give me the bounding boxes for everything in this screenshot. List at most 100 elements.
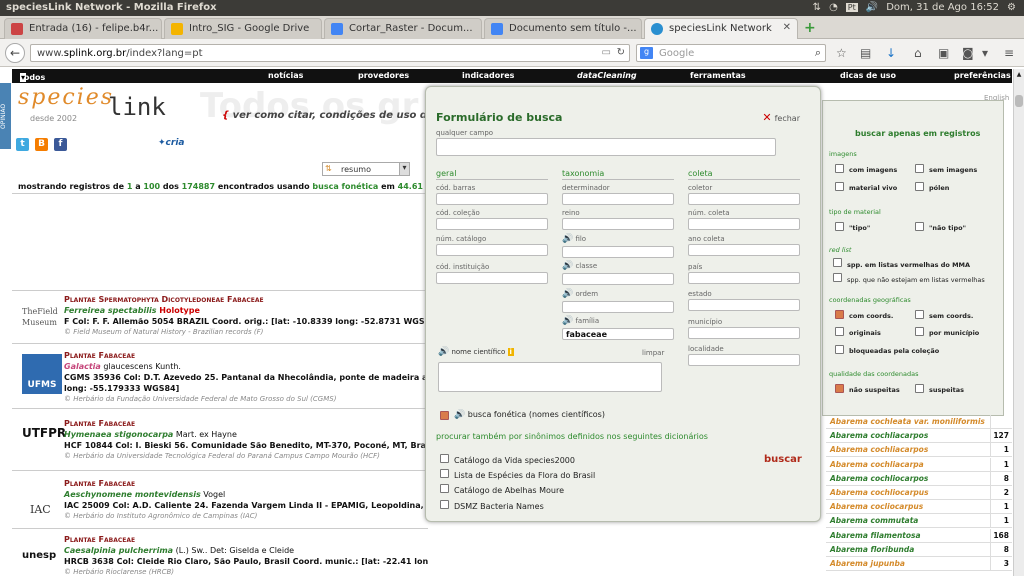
municipio-input[interactable] [688,327,800,339]
cite-link[interactable]: { ver como citar, condições de uso dos [222,110,440,121]
qualquer-campo-input[interactable] [436,138,776,156]
tab-email[interactable]: Entrada (16) - felipe.b4r... [4,18,162,39]
network-icon[interactable]: ⇅ [813,2,821,13]
reload-icon[interactable]: ↻ [617,47,625,58]
tab-doc-cortar[interactable]: Cortar_Raster - Docum... [324,18,482,39]
home-icon[interactable]: ⌂ [914,46,922,60]
limpar-link[interactable]: limpar [642,349,664,357]
nav-indicadores[interactable]: indicadores [462,71,514,80]
page-scrollbar[interactable]: ▲ [1013,69,1024,576]
species-list-name[interactable]: Abarema jupunba [830,559,905,568]
cria-logo[interactable]: ✦cria [158,138,184,148]
taxonomy-line[interactable]: Plantae Fabaceae [64,478,428,489]
keyboard-layout-indicator[interactable]: Pt [845,3,858,12]
nav-ferramentas[interactable]: ferramentas [690,71,746,80]
num-catalogo-input[interactable] [436,244,548,256]
logo-species[interactable]: species [18,85,114,110]
speaker-icon[interactable]: 🔊 [438,347,449,357]
checkbox-sem-coords[interactable] [915,310,924,319]
species-list-item[interactable]: Abarema cocliocarpus 1 [826,500,1012,515]
species-list-name[interactable]: Abarema cochliocarpus [830,488,929,497]
nav-noticias[interactable]: notícias [268,71,303,80]
checkbox-material-vivo[interactable] [835,182,844,191]
view-select[interactable]: ⇅ resumo ▾ [322,162,410,176]
reino-input[interactable] [562,218,674,230]
list-item[interactable]: unesp Plantae Fabaceae Caesalpinia pulch… [12,534,428,576]
checkbox-originais[interactable] [835,327,844,336]
scroll-up-icon[interactable]: ▲ [1015,71,1023,81]
settings-gear-icon[interactable]: ⚙ [1007,2,1016,13]
scrollbar-thumb[interactable] [1015,95,1023,107]
wifi-icon[interactable]: ◔ [829,2,838,13]
speaker-icon[interactable]: 🔊 [562,261,573,271]
logo-link[interactable]: link [108,93,166,121]
info-icon[interactable]: i [507,348,514,356]
cod-colecao-input[interactable] [436,218,548,230]
pais-input[interactable] [688,272,800,284]
species-list-name[interactable]: Abarema commutata [830,516,918,525]
list-item[interactable]: UFMS Plantae Fabaceae Galactia glaucesce… [12,350,428,402]
bookmarks-list-icon[interactable]: ▤ [860,46,871,60]
checkbox-busca-fonetica[interactable] [440,411,449,420]
search-bar[interactable]: g Google ⌕ [636,44,826,62]
classe-input[interactable] [562,273,674,285]
checkbox-fora-listas[interactable] [833,273,842,282]
blogger-icon[interactable]: B [35,138,48,151]
species-list-name[interactable]: Abarema cochliacarpa [830,460,924,469]
checkbox-sem-imagens[interactable] [915,164,924,173]
checkbox-nao-suspeitas[interactable] [835,384,844,393]
facebook-icon[interactable]: f [54,138,67,151]
cod-instituicao-input[interactable] [436,272,548,284]
pocket-icon[interactable]: ◙ [962,46,974,60]
checkbox-com-coords[interactable] [835,310,844,319]
checkbox-catalogo-vida[interactable] [440,454,449,463]
taxonomy-line[interactable]: Plantae Fabaceae [64,534,428,545]
species-name[interactable]: Caesalpinia pulcherrima [64,546,173,555]
nav-datacleaning[interactable]: dataCleaning [577,71,637,80]
volume-icon[interactable]: 🔊 [866,2,878,13]
new-tab-plus-icon[interactable]: + [804,20,816,36]
species-list-name[interactable]: Abarema floribunda [830,545,914,554]
familia-input[interactable]: fabaceae [562,328,674,340]
checkbox-polen[interactable] [915,182,924,191]
checkbox-listas-mma[interactable] [833,258,842,267]
species-list-item[interactable]: Abarema cochliacarpos 127 [826,429,1012,444]
tab-drive[interactable]: Intro_SIG - Google Drive [164,18,322,39]
checkbox-suspeitas[interactable] [915,384,924,393]
species-list-name[interactable]: Abarema filamentosa [830,531,921,540]
species-list-item[interactable]: Abarema jupunba 3 [826,557,1012,571]
nav-dicas[interactable]: dicas de uso [840,71,896,80]
taxonomy-line[interactable]: Plantae Spermatophyta Dicotyledoneae Fab… [64,294,428,305]
tab-specieslink[interactable]: speciesLink Network ✕ [644,18,798,39]
species-list-item[interactable]: Abarema cochliacarpa 1 [826,457,1012,472]
species-name[interactable]: Ferreirea spectabilis [64,306,156,315]
species-list-item[interactable]: Abarema cochliacarpos 1 [826,443,1012,458]
close-button[interactable]: ✕ fechar [762,111,800,124]
checkbox-por-municipio[interactable] [915,327,924,336]
back-arrow-icon[interactable]: ← [5,43,25,63]
checkbox-bloqueadas[interactable] [835,345,844,354]
taxonomy-line[interactable]: Plantae Fabaceae [64,350,428,361]
filo-input[interactable] [562,246,674,258]
url-bar[interactable]: www.splink.org.br/index?lang=pt ▭ ↻ [30,44,630,62]
screenshot-icon[interactable]: ▣ [938,46,949,60]
ano-coleta-input[interactable] [688,244,800,256]
download-icon[interactable]: ↓ [886,46,896,60]
opiniao-tab[interactable]: OPINIÃO [0,83,11,149]
list-item[interactable]: UTFPR Plantae Fabaceae Hymenaea stigonoc… [12,418,428,468]
species-list-name[interactable]: Abarema cochliocarpos [830,474,928,483]
species-list-item[interactable]: Abarema cochliocarpus 2 [826,486,1012,500]
checkbox-tipo[interactable] [835,222,844,231]
species-name[interactable]: Hymenaea stigonocarpa [64,430,173,439]
checkbox-nao-tipo[interactable] [915,222,924,231]
checkbox-com-imagens[interactable] [835,164,844,173]
species-list-item[interactable]: Abarema floribunda 8 [826,542,1012,557]
cod-barras-input[interactable] [436,193,548,205]
taxonomy-line[interactable]: Plantae Fabaceae [64,418,428,429]
species-list-item[interactable]: Abarema filamentosa 168 [826,528,1012,543]
nav-provedores[interactable]: provedores [358,71,409,80]
species-list-item[interactable]: Abarema cochliocarpos 8 [826,471,1012,486]
localidade-input[interactable] [688,354,800,366]
menu-icon[interactable]: ≡ [1004,46,1014,60]
species-list-name[interactable]: Abarema cochleata var. moniliformis [830,417,985,426]
